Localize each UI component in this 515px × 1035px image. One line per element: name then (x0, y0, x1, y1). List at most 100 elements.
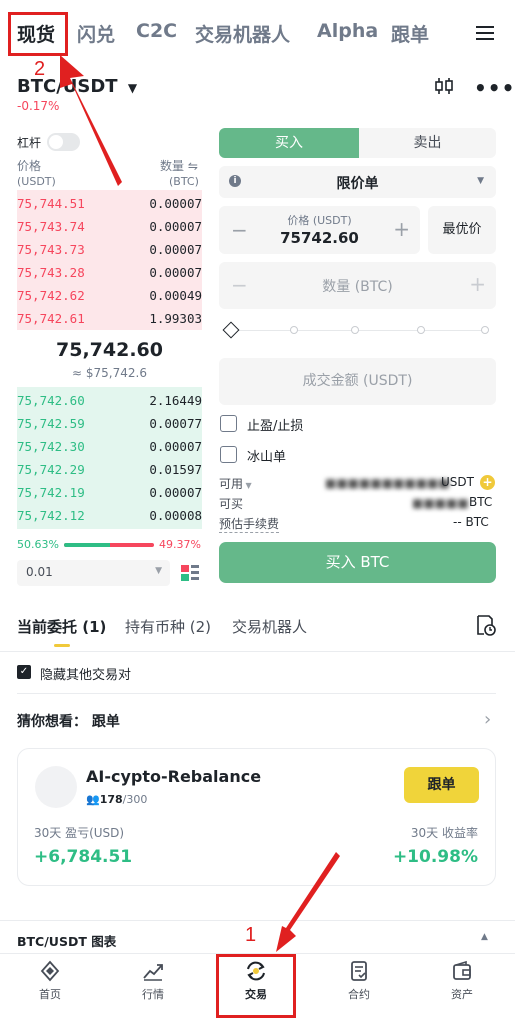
tab-copy-trading[interactable]: 跟单 (391, 20, 429, 47)
buy-submit-button[interactable]: 买入 BTC (219, 542, 496, 583)
wallet-icon (453, 960, 471, 980)
fee-label[interactable]: 预估手续费 (219, 515, 280, 533)
iceberg-checkbox[interactable] (220, 446, 237, 463)
ask-row[interactable]: 75,742.62 0.00049 (17, 284, 202, 306)
caret-down-icon: ▼ (243, 481, 252, 490)
tab-alpha[interactable]: Alpha (317, 20, 378, 42)
available-balance-hidden: ■■■■■■■■■■■ (325, 476, 450, 490)
roi-value: +10.98% (392, 847, 478, 867)
users-icon: 👥 (86, 793, 100, 806)
tab-bots[interactable]: 交易机器人 (232, 616, 307, 637)
ask-row[interactable]: 75,742.61 1.99303 (17, 307, 202, 329)
ask-price: 75,742.61 (17, 311, 85, 326)
depth-select[interactable]: 0.01 ▼ (17, 560, 170, 586)
chart-toggle-label[interactable]: BTC/USDT 图表 (17, 931, 116, 950)
tab-open-orders[interactable]: 当前委托 (1) (17, 616, 106, 637)
price-unit: (USDT) (17, 175, 56, 188)
hide-pairs-checkbox[interactable]: ✓ (17, 665, 31, 679)
ask-row[interactable]: 75,743.74 0.00007 (17, 215, 202, 237)
nav-markets[interactable]: 行情 (113, 960, 193, 1002)
sell-ratio: 49.37% (159, 538, 201, 551)
tab-trading-bots[interactable]: 交易机器人 (195, 20, 290, 47)
can-buy-label: 可买 (219, 497, 244, 511)
followers: 👥178/300 (86, 793, 147, 806)
menu-icon[interactable] (476, 22, 494, 44)
price-input-label: 价格 (USDT) (287, 214, 352, 227)
bid-row[interactable]: 75,742.30 0.00007 (17, 435, 202, 457)
nav-assets[interactable]: 资产 (422, 960, 502, 1002)
leverage-label: 杠杆 (17, 136, 42, 150)
available-text: 可用 (219, 477, 244, 491)
qty-unit: (BTC) (169, 175, 199, 188)
bid-price: 75,742.12 (17, 508, 85, 523)
followers-max: /300 (122, 793, 148, 806)
ask-row[interactable]: 75,743.28 0.00007 (17, 261, 202, 283)
buy-tab[interactable]: 买入 (219, 128, 359, 158)
tp-sl-checkbox[interactable] (220, 415, 237, 432)
ask-price: 75,744.51 (17, 196, 85, 211)
bid-row[interactable]: 75,742.19 0.00007 (17, 481, 202, 503)
best-price-button[interactable]: 最优价 (428, 206, 496, 254)
plus-icon[interactable]: + (393, 217, 410, 241)
ask-price: 75,742.62 (17, 288, 85, 303)
tab-convert[interactable]: 闪兑 (77, 20, 115, 47)
suggest-title: 猜你想看： 跟单 (17, 714, 120, 730)
roi-label: 30天 收益率 (410, 826, 478, 840)
bid-row[interactable]: 75,742.29 0.01597 (17, 458, 202, 480)
qty-header: 数量 ⇋ (160, 157, 198, 174)
bid-qty: 0.01597 (149, 462, 202, 477)
slider-stop[interactable] (351, 326, 359, 334)
swap-icon[interactable]: ⇋ (184, 159, 198, 173)
slider-handle[interactable] (222, 321, 240, 339)
bid-qty: 0.00007 (149, 485, 202, 500)
futures-doc-icon (351, 961, 367, 981)
tab-c2c[interactable]: C2C (136, 20, 177, 42)
more-icon[interactable]: ••• (474, 76, 515, 100)
slider-stop[interactable] (290, 326, 298, 334)
ask-qty: 1.99303 (149, 311, 202, 326)
order-history-icon[interactable] (474, 614, 496, 636)
slider-stop[interactable] (417, 326, 425, 334)
follow-button[interactable]: 跟单 (404, 767, 479, 803)
price-input[interactable]: − 价格 (USDT) 75742.60 + (219, 206, 420, 254)
buy-ratio: 50.63% (17, 538, 59, 551)
can-buy-unit: BTC (469, 495, 493, 509)
caret-up-icon[interactable]: ▲ (481, 932, 488, 942)
orderbook-layout-icon[interactable] (180, 563, 200, 583)
total-amount-input[interactable]: 成交金额 (USDT) (219, 358, 496, 405)
order-type-select[interactable]: i 限价单 ▼ (219, 166, 496, 198)
copy-trade-card[interactable]: AI-cypto-Rebalance 👥178/300 跟单 30天 盈亏(US… (17, 748, 496, 886)
last-price-fiat: ≈ $75,742.6 (72, 366, 147, 380)
candlestick-icon[interactable] (433, 76, 455, 96)
highlight-box-spot (8, 12, 68, 56)
top-nav: 现货 闪兑 C2C 交易机器人 Alpha 跟单 (0, 0, 515, 70)
bid-row[interactable]: 75,742.60 2.16449 (17, 389, 202, 411)
ask-price: 75,743.28 (17, 265, 85, 280)
sell-tab[interactable]: 卖出 (359, 128, 496, 158)
nav-futures[interactable]: 合约 (319, 960, 399, 1002)
chevron-right-icon[interactable]: › (484, 709, 491, 730)
nav-home[interactable]: 首页 (10, 960, 90, 1002)
leverage-toggle[interactable] (47, 133, 80, 151)
price-change: -0.17% (17, 99, 60, 113)
bid-qty: 0.00008 (149, 508, 202, 523)
tab-holdings[interactable]: 持有币种 (2) (125, 616, 211, 637)
bid-price: 75,742.59 (17, 416, 85, 431)
slider-stop[interactable] (481, 326, 489, 334)
bid-row[interactable]: 75,742.12 0.00008 (17, 504, 202, 526)
ask-price: 75,743.73 (17, 242, 85, 257)
available-label[interactable]: 可用 ▼ (219, 475, 252, 492)
price-input-value: 75742.60 (280, 229, 359, 247)
bid-row[interactable]: 75,742.59 0.00077 (17, 412, 202, 434)
divider (17, 693, 496, 694)
ask-row[interactable]: 75,744.51 0.00007 (17, 192, 202, 214)
quantity-input[interactable]: − 数量 (BTC) + (219, 262, 496, 309)
depth-value: 0.01 (26, 565, 53, 579)
ask-row[interactable]: 75,743.73 0.00007 (17, 238, 202, 260)
nav-assets-label: 资产 (451, 988, 473, 1001)
tp-sl-label: 止盈/止损 (247, 419, 304, 434)
add-funds-icon[interactable]: + (480, 475, 495, 490)
pair-selector[interactable]: BTC/USDT ▼ (17, 76, 137, 97)
plus-icon[interactable]: + (469, 272, 486, 296)
ratio-bar (64, 543, 154, 547)
